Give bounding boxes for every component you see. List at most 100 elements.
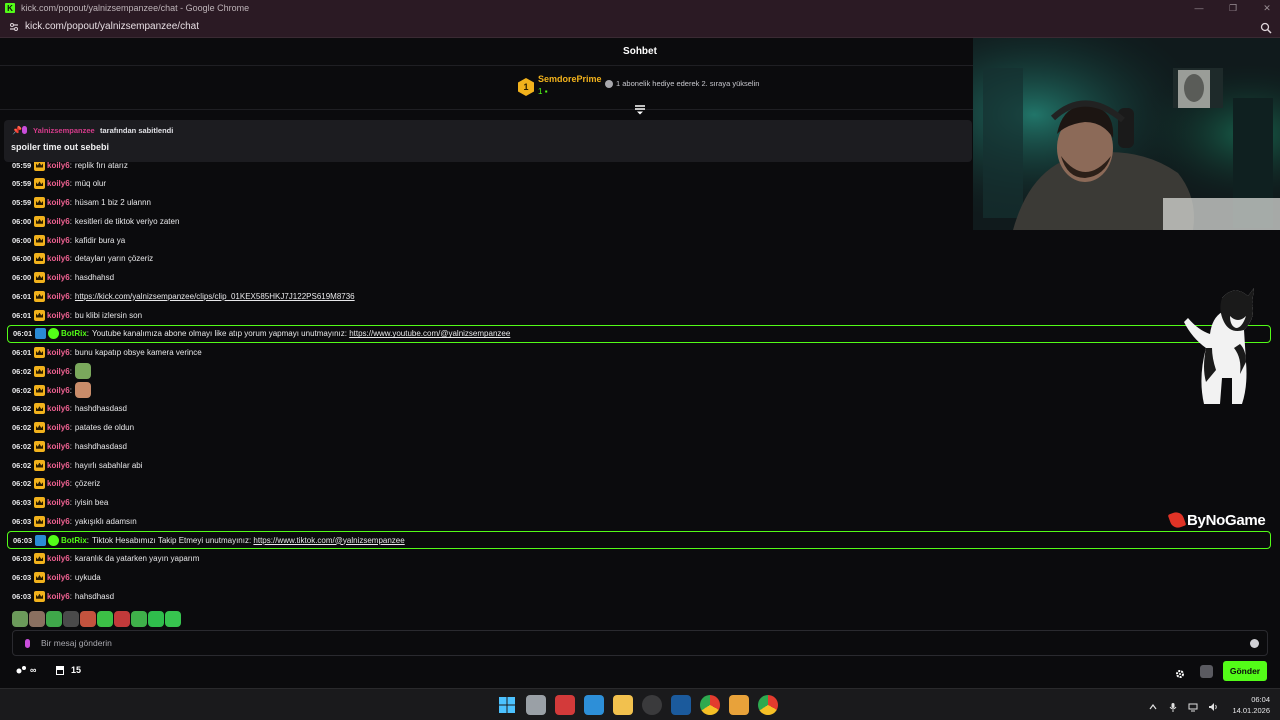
emote-1-icon[interactable] [12, 611, 28, 627]
window-title: kick.com/popout/yalnizsempanzee/chat - G… [21, 3, 250, 13]
emote-6-icon[interactable] [97, 611, 113, 627]
points-value: ∞ [30, 665, 37, 675]
crown-badge-icon [34, 347, 45, 358]
message-text: uykuda [74, 573, 101, 582]
site-info-icon[interactable] [8, 21, 20, 33]
zoom-icon[interactable] [1260, 21, 1272, 34]
message-username[interactable]: koily6 [47, 179, 70, 188]
chat-message: 06:03 koily6: yakışıklı adamsın [12, 512, 137, 530]
store-button[interactable]: 15 [55, 665, 81, 675]
message-timestamp: 06:00 [12, 216, 32, 226]
window-controls: — ❐ ✕ [1194, 0, 1272, 16]
message-timestamp: 06:01 [13, 329, 33, 339]
message-link[interactable]: https://www.tiktok.com/@yalnizsempanzee [253, 536, 404, 545]
message-username[interactable]: koily6 [47, 573, 70, 582]
chat-message-input[interactable] [41, 634, 1241, 652]
task-view-icon[interactable] [526, 695, 546, 715]
gift-icon: ▪ [544, 87, 548, 96]
microphone-icon[interactable] [1168, 699, 1178, 712]
message-username[interactable]: koily6 [47, 404, 70, 413]
emoji-icon[interactable] [1250, 639, 1259, 648]
message-text: patates de oldun [74, 423, 135, 432]
message-username[interactable]: koily6 [47, 479, 70, 488]
gift-cta-text[interactable]: 1 abonelik hediye ederek 2. sıraya yükse… [616, 79, 759, 88]
clock-date: 14.01.2026 [1232, 706, 1270, 715]
message-username[interactable]: koily6 [47, 236, 70, 245]
top-gifter-name[interactable]: SemdorePrime [538, 74, 602, 84]
message-username[interactable]: koily6 [47, 498, 70, 507]
send-button[interactable]: Gönder [1223, 661, 1267, 681]
restore-button[interactable]: ❐ [1228, 3, 1238, 14]
emote-9-icon[interactable] [148, 611, 164, 627]
channel-points[interactable]: ∞ [16, 665, 36, 675]
message-timestamp: 06:02 [12, 441, 32, 451]
crown-badge-icon [34, 365, 45, 377]
message-username[interactable]: koily6 [47, 517, 70, 526]
emote-4-icon[interactable] [63, 611, 79, 627]
pinned-message[interactable]: 📌 Yalnizsempanzee tarafından sabitlendi … [4, 120, 972, 162]
obs-icon[interactable] [642, 695, 662, 715]
message-separator: : [69, 460, 72, 470]
message-username[interactable]: koily6 [47, 273, 70, 282]
message-link[interactable]: https://kick.com/yalnizsempanzee/clips/c… [75, 292, 355, 301]
minimize-button[interactable]: — [1194, 3, 1204, 13]
pinned-by-user[interactable]: Yalnizsempanzee [33, 126, 95, 135]
emote-7-icon[interactable] [114, 611, 130, 627]
emote-8-icon[interactable] [131, 611, 147, 627]
message-username[interactable]: BotRix [61, 329, 87, 338]
message-username[interactable]: koily6 [47, 367, 70, 376]
message-timestamp: 06:00 [12, 235, 32, 245]
network-icon[interactable] [1188, 699, 1198, 712]
message-separator: : [69, 404, 72, 414]
message-username[interactable]: koily6 [47, 217, 70, 226]
message-username[interactable]: koily6 [47, 442, 70, 451]
photos-icon[interactable] [584, 695, 604, 715]
message-timestamp: 06:03 [12, 573, 32, 582]
snipping-tool-icon[interactable] [555, 695, 575, 715]
emote-2-icon[interactable] [29, 611, 45, 627]
crown-badge-icon [34, 478, 45, 490]
steam-icon[interactable] [671, 695, 691, 715]
message-timestamp: 06:00 [12, 273, 32, 282]
message-link[interactable]: https://www.youtube.com/@yalnizsempanzee [349, 329, 510, 338]
expand-chevron-icon[interactable] [634, 102, 646, 115]
store-icon [56, 666, 64, 675]
message-timestamp: 06:02 [12, 423, 32, 432]
message-username[interactable]: koily6 [47, 423, 70, 432]
message-username[interactable]: koily6 [47, 311, 70, 320]
emote-3-icon[interactable] [46, 611, 62, 627]
file-explorer-icon[interactable] [613, 695, 633, 715]
message-username[interactable]: koily6 [47, 554, 70, 563]
message-timestamp: 06:02 [12, 460, 32, 470]
emote-10-icon[interactable] [165, 611, 181, 627]
crown-badge-icon [34, 253, 45, 265]
url-text[interactable]: kick.com/popout/yalnizsempanzee/chat [25, 21, 199, 32]
message-username[interactable]: koily6 [47, 386, 70, 395]
gift-count: 1 ▪ [538, 87, 548, 96]
emote-picker-icon[interactable] [1200, 665, 1213, 678]
message-timestamp: 06:02 [12, 404, 32, 414]
message-text: hahsdhasd [74, 591, 115, 601]
volume-icon[interactable] [1208, 699, 1218, 711]
chevron-up-icon[interactable] [1148, 699, 1158, 710]
close-button[interactable]: ✕ [1262, 3, 1272, 14]
message-username[interactable]: koily6 [47, 348, 70, 357]
message-username[interactable]: koily6 [47, 461, 70, 470]
bot-message: 06:03 BotRix: Tiktok Hesabımızı Takip Etme… [7, 531, 1271, 549]
emote-5-icon[interactable] [80, 611, 96, 627]
crown-badge-icon [34, 422, 45, 433]
media-player-icon[interactable] [729, 695, 749, 715]
message-separator: : [69, 198, 72, 207]
pinned-by-label: tarafından sabitlendi [100, 126, 174, 135]
bot-badge-icon [35, 534, 46, 546]
message-username[interactable]: koily6 [47, 254, 70, 263]
gear-icon[interactable] [1175, 666, 1185, 678]
chrome-profile-icon[interactable] [758, 695, 778, 715]
system-clock[interactable]: 06:04 14.01.2026 [1228, 694, 1270, 716]
message-username[interactable]: BotRix [61, 536, 87, 545]
message-username[interactable]: koily6 [47, 292, 70, 301]
message-username[interactable]: koily6 [47, 592, 70, 601]
start-icon[interactable] [497, 695, 517, 715]
chrome-icon[interactable] [700, 695, 720, 715]
message-username[interactable]: koily6 [47, 198, 70, 207]
